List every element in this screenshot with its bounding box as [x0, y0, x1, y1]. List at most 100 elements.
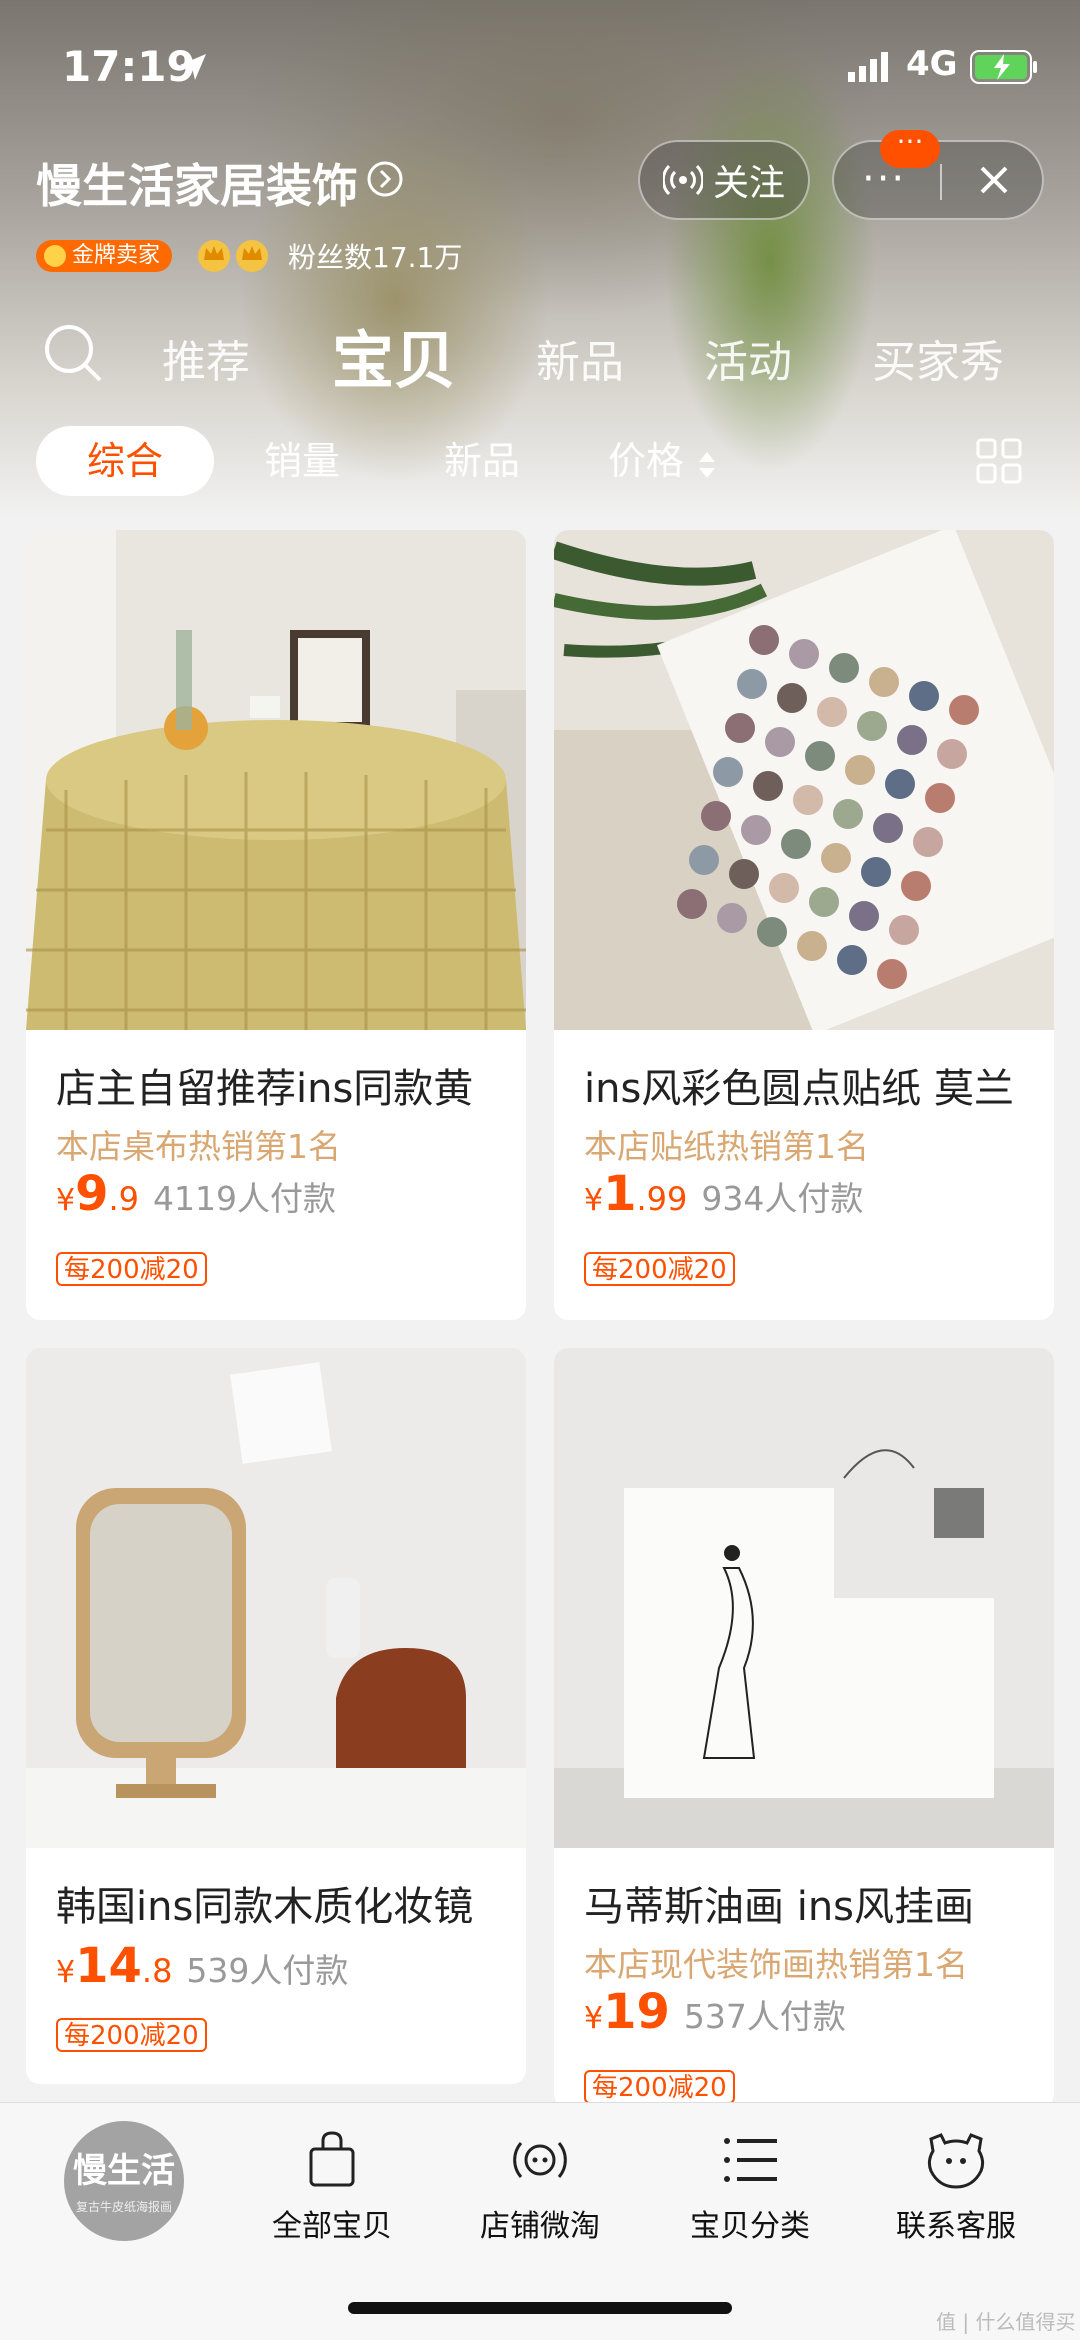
- nav-customer-service[interactable]: 联系客服: [866, 2129, 1046, 2245]
- sticker-dot: [805, 741, 835, 771]
- filter-sales[interactable]: 销量: [264, 426, 340, 496]
- sold-count: 934人付款: [701, 1179, 864, 1218]
- message-notification-badge[interactable]: ···: [880, 128, 940, 168]
- sticker-dot: [857, 711, 887, 741]
- product-price: ¥1.99 934人付款: [584, 1166, 863, 1222]
- coupon-tag: 每200减20: [584, 1252, 735, 1286]
- fans-count: 粉丝数17.1万: [288, 241, 463, 274]
- more-menu-button[interactable]: ···: [862, 159, 906, 199]
- product-image-tablecloth[interactable]: [26, 530, 526, 1030]
- shop-tabs: 推荐 宝贝 新品 活动 买家秀: [0, 310, 1080, 400]
- sticker-dot: [913, 827, 943, 857]
- network-type: 4G: [906, 44, 958, 84]
- sticker-dot: [817, 697, 847, 727]
- home-indicator[interactable]: [348, 2302, 732, 2314]
- coupon-tag: 每200减20: [584, 2070, 735, 2104]
- bag-icon: [309, 2131, 355, 2187]
- sticker-dot: [769, 873, 799, 903]
- follow-button[interactable]: 关注: [638, 140, 810, 220]
- nav-shop-feed[interactable]: 店铺微淘: [450, 2129, 630, 2245]
- price-integer: 19: [603, 1984, 670, 2040]
- sticker-dot: [869, 667, 899, 697]
- sticker-dot: [849, 901, 879, 931]
- sticker-dot: [677, 889, 707, 919]
- nav-label: 宝贝分类: [690, 2209, 810, 2244]
- shop-logo-text: 慢生活: [73, 2151, 175, 2191]
- sticker-dot: [781, 829, 811, 859]
- product-card[interactable]: 马蒂斯油画 ins风挂画 本店现代装饰画热销第1名 ¥19 537人付款 每200…: [554, 1348, 1054, 2108]
- shop-name[interactable]: 慢生活家居装饰: [36, 150, 358, 216]
- product-card[interactable]: ins风彩色圆点贴纸 莫兰 本店贴纸热销第1名 ¥1.99 934人付款 每200…: [554, 530, 1054, 1320]
- shop-info-arrow-icon[interactable]: [366, 160, 404, 198]
- sticker-dot: [757, 917, 787, 947]
- nav-label: 联系客服: [896, 2209, 1016, 2244]
- product-title: 马蒂斯油画 ins风挂画: [584, 1884, 975, 1930]
- gold-seller-badge: 金牌卖家: [36, 240, 173, 272]
- tab-buyer-show[interactable]: 买家秀: [872, 326, 1004, 390]
- nav-all-products[interactable]: 全部宝贝: [242, 2129, 422, 2245]
- price-symbol: ¥: [56, 1183, 76, 1218]
- close-icon[interactable]: [974, 160, 1014, 200]
- sticker-dot: [877, 959, 907, 989]
- product-price: ¥19 537人付款: [584, 1984, 846, 2040]
- sticker-dot: [741, 815, 771, 845]
- price-sort-icon[interactable]: [696, 450, 718, 480]
- price-integer: 9: [75, 1166, 109, 1222]
- follow-label: 关注: [712, 163, 785, 204]
- crown-rating-icon: [198, 240, 268, 272]
- grid-view-icon[interactable]: [976, 438, 1022, 484]
- price-decimal: .8: [141, 1952, 173, 1990]
- tab-new[interactable]: 新品: [536, 326, 624, 390]
- nav-label: 店铺微淘: [480, 2209, 600, 2244]
- nav-categories[interactable]: 宝贝分类: [660, 2129, 840, 2245]
- filter-new[interactable]: 新品: [444, 426, 520, 496]
- sticker-dot: [689, 845, 719, 875]
- sticker-dot: [821, 843, 851, 873]
- tab-recommend[interactable]: 推荐: [162, 326, 250, 390]
- gold-medal-icon: [44, 245, 66, 267]
- filter-comprehensive[interactable]: 综合: [36, 426, 214, 496]
- filter-price[interactable]: 价格: [608, 426, 684, 496]
- nav-label: 全部宝贝: [272, 2209, 392, 2244]
- price-integer: 14: [75, 1938, 142, 1994]
- sort-filters: 综合 销量 新品 价格: [0, 426, 1080, 496]
- sticker-dot: [737, 669, 767, 699]
- product-card[interactable]: 韩国ins同款木质化妆镜 ¥14.8 539人付款 每200减20: [26, 1348, 526, 2084]
- sold-count: 537人付款: [683, 1997, 846, 2036]
- sold-count: 4119人付款: [153, 1179, 337, 1218]
- gold-seller-label: 金牌卖家: [72, 243, 161, 268]
- sticker-dot: [797, 931, 827, 961]
- price-symbol: ¥: [56, 1955, 76, 1990]
- sticker-dot: [729, 859, 759, 889]
- tab-activity[interactable]: 活动: [704, 326, 792, 390]
- product-image-stickers[interactable]: [554, 530, 1054, 1030]
- sticker-dot: [725, 713, 755, 743]
- sticker-dot: [873, 813, 903, 843]
- sticker-dot: [949, 695, 979, 725]
- sticker-dot: [937, 739, 967, 769]
- broadcast-icon: [513, 2142, 567, 2178]
- sticker-dot: [897, 725, 927, 755]
- product-image-posters[interactable]: [554, 1348, 1054, 1848]
- sticker-dot: [777, 683, 807, 713]
- sticker-dot: [749, 625, 779, 655]
- battery-charging-icon: [970, 50, 1037, 84]
- sticker-dot: [901, 871, 931, 901]
- shop-logo-subtext: 复古牛皮纸海报画: [75, 2200, 172, 2214]
- sticker-dot: [885, 769, 915, 799]
- price-symbol: ¥: [584, 2001, 604, 2036]
- product-title: 韩国ins同款木质化妆镜: [56, 1884, 474, 1930]
- product-rank: 本店现代装饰画热销第1名: [584, 1945, 968, 1984]
- broadcast-icon: [662, 164, 703, 196]
- product-image-mirror[interactable]: [26, 1348, 526, 1848]
- tab-products[interactable]: 宝贝: [332, 310, 456, 400]
- sticker-dot: [861, 857, 891, 887]
- product-card[interactable]: 店主自留推荐ins同款黄 本店桌布热销第1名 ¥9.9 4119人付款 每200减…: [26, 530, 526, 1320]
- sticker-dot: [925, 783, 955, 813]
- sticker-dot: [889, 915, 919, 945]
- coupon-tag: 每200减20: [56, 2018, 207, 2052]
- product-price: ¥14.8 539人付款: [56, 1938, 348, 1994]
- sticker-dot: [701, 801, 731, 831]
- sticker-dot: [713, 757, 743, 787]
- shop-logo[interactable]: 慢生活 复古牛皮纸海报画: [64, 2121, 184, 2241]
